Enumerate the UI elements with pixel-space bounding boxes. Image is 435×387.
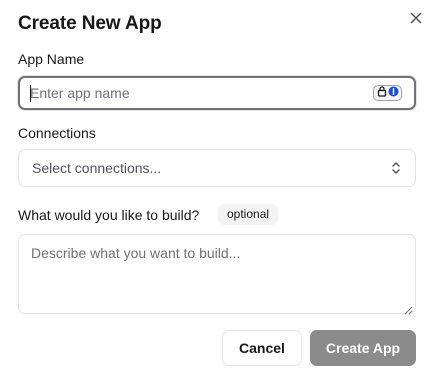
close-button[interactable]: [406, 10, 426, 30]
password-manager-badge[interactable]: [373, 85, 402, 101]
build-label: What would you like to build?: [18, 207, 200, 223]
optional-badge: optional: [218, 204, 279, 225]
app-name-label: App Name: [18, 51, 85, 67]
connections-label: Connections: [18, 125, 96, 141]
dialog-title: Create New App: [18, 13, 162, 34]
text-caret: [30, 85, 31, 102]
connections-select[interactable]: Select connections...: [18, 149, 416, 187]
lock-icon: [377, 84, 387, 102]
chevron-up-down-icon: [390, 160, 402, 181]
create-app-dialog: Create New App App Name Enter app name C…: [0, 0, 435, 387]
app-name-input[interactable]: [30, 78, 360, 108]
cancel-button[interactable]: Cancel: [222, 330, 302, 366]
connections-placeholder: Select connections...: [32, 160, 162, 176]
build-description-field: [18, 234, 416, 315]
resize-grip-icon[interactable]: [404, 302, 413, 315]
create-app-button[interactable]: Create App: [310, 330, 416, 366]
build-description-textarea[interactable]: [19, 235, 415, 313]
app-name-field: [18, 76, 416, 110]
close-icon: [410, 11, 422, 29]
info-icon: [388, 84, 399, 102]
